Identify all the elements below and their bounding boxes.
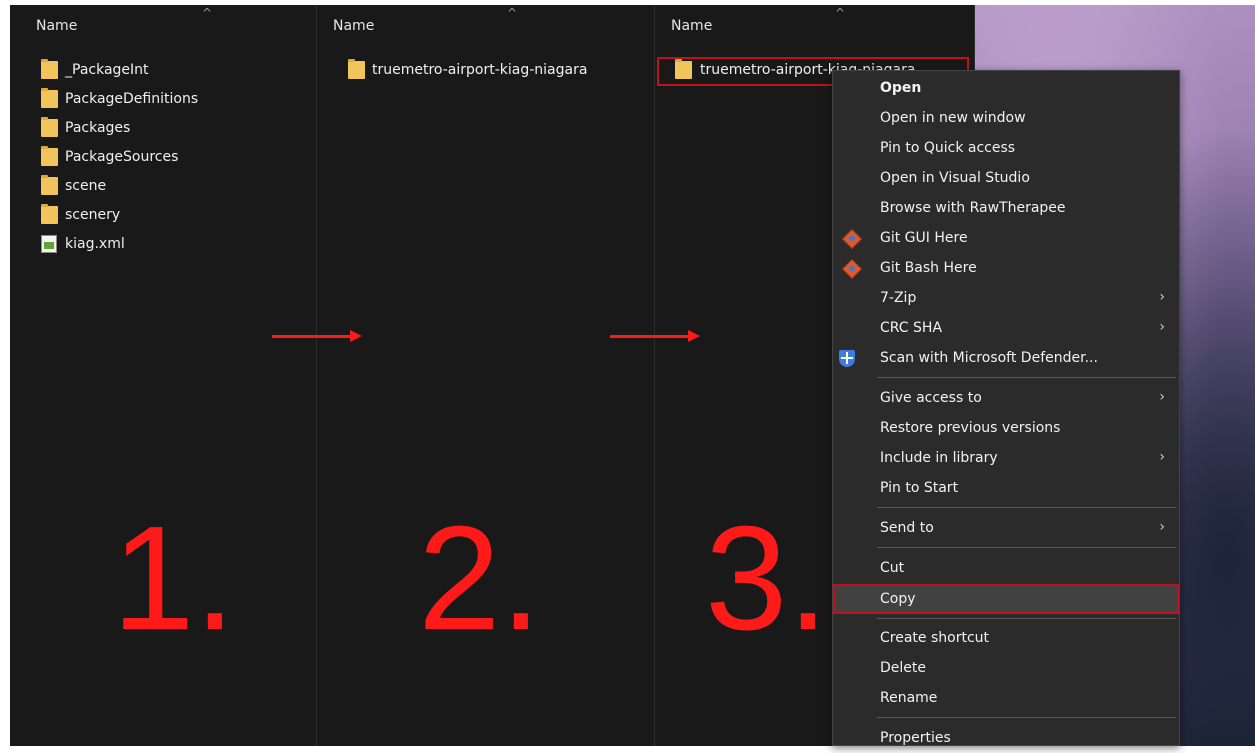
menu-item-label: Copy [880,591,916,607]
menu-item-7-zip[interactable]: 7-Zip › [833,283,1179,313]
menu-item-label: Browse with RawTherapee [880,200,1066,216]
menu-item-open-in-new-window[interactable]: Open in new window [833,103,1179,133]
arrow-right-icon [272,330,362,342]
menu-item-git-bash-here[interactable]: Git Bash Here [833,253,1179,283]
list-item[interactable]: PackageDefinitions [10,86,316,115]
menu-item-label: CRC SHA [880,320,943,336]
item-name: _PackageInt [65,62,149,78]
menu-item-send-to[interactable]: Send to › [833,513,1179,543]
git-icon [842,229,862,249]
menu-separator [877,547,1176,548]
menu-item-label: Send to [880,520,934,536]
folder-icon [675,59,692,79]
folder-icon [41,88,58,108]
file-list: _PackageInt PackageDefinitions Packages … [10,57,316,260]
menu-item-label: Open [880,80,922,96]
folder-icon [41,175,58,195]
name-column-header[interactable]: Name [671,18,712,34]
list-item[interactable]: _PackageInt [10,57,316,86]
column-header[interactable]: Name ^ [317,6,654,40]
list-item[interactable]: scenery [10,202,316,231]
menu-item-restore-previous-versions[interactable]: Restore previous versions [833,413,1179,443]
item-name: PackageDefinitions [65,91,199,107]
menu-separator [877,377,1176,378]
menu-item-cut[interactable]: Cut [833,553,1179,583]
chevron-right-icon: › [1159,449,1165,465]
menu-item-properties[interactable]: Properties [833,723,1179,753]
menu-item-label: Delete [880,660,926,676]
item-name: scenery [65,207,121,223]
list-item[interactable]: scene [10,173,316,202]
item-name: truemetro-airport-kiag-niagara [372,62,588,78]
menu-item-label: Create shortcut [880,630,990,646]
menu-item-label: Scan with Microsoft Defender... [880,350,1098,366]
name-column-header[interactable]: Name [333,18,374,34]
menu-item-create-shortcut[interactable]: Create shortcut [833,623,1179,653]
menu-item-copy[interactable]: Copy [833,584,1179,614]
menu-item-label: Open in Visual Studio [880,170,1030,186]
chevron-right-icon: › [1159,319,1165,335]
menu-item-label: Pin to Start [880,480,959,496]
step-number-1: 1. [112,496,236,661]
menu-item-label: Restore previous versions [880,420,1061,436]
step-number-2: 2. [418,496,542,661]
item-name: scene [65,178,107,194]
git-icon [842,259,862,279]
menu-item-label: Pin to Quick access [880,140,1016,156]
defender-shield-icon [839,350,855,367]
list-item[interactable]: PackageSources [10,144,316,173]
folder-icon [41,59,58,79]
menu-item-label: Open in new window [880,110,1026,126]
menu-item-label: Include in library [880,450,998,466]
menu-separator [877,618,1176,619]
folder-icon [41,146,58,166]
column-header[interactable]: Name ^ [655,6,974,40]
menu-item-scan-with-defender[interactable]: Scan with Microsoft Defender... [833,343,1179,373]
file-list: truemetro-airport-kiag-niagara [317,57,654,86]
step-number-3: 3. [705,496,829,661]
chevron-right-icon: › [1159,289,1165,305]
sort-ascending-icon: ^ [835,6,846,20]
menu-item-label: Git Bash Here [880,260,977,276]
item-name: PackageSources [65,149,179,165]
menu-item-git-gui-here[interactable]: Git GUI Here [833,223,1179,253]
menu-separator [877,507,1176,508]
folder-icon [348,59,365,79]
column-header[interactable]: Name ^ [10,6,316,40]
item-name: kiag.xml [65,236,125,252]
menu-item-crc-sha[interactable]: CRC SHA › [833,313,1179,343]
menu-item-pin-to-start[interactable]: Pin to Start [833,473,1179,503]
chevron-right-icon: › [1159,389,1165,405]
menu-item-rename[interactable]: Rename [833,683,1179,713]
folder-icon [41,117,58,137]
menu-item-label: Rename [880,690,938,706]
list-item[interactable]: kiag.xml [10,231,316,260]
menu-item-label: Give access to [880,390,982,406]
list-item[interactable]: Packages [10,115,316,144]
arrow-right-icon [610,330,700,342]
menu-item-label: Git GUI Here [880,230,968,246]
xml-file-icon [41,235,57,253]
menu-item-open-in-visual-studio[interactable]: Open in Visual Studio [833,163,1179,193]
menu-separator [877,717,1176,718]
menu-item-include-in-library[interactable]: Include in library › [833,443,1179,473]
name-column-header[interactable]: Name [36,18,77,34]
sort-ascending-icon: ^ [202,6,213,20]
menu-item-label: Properties [880,730,951,746]
item-name: Packages [65,120,131,136]
menu-item-delete[interactable]: Delete [833,653,1179,683]
list-item[interactable]: truemetro-airport-kiag-niagara [317,57,654,86]
menu-item-browse-with-rawtherapee[interactable]: Browse with RawTherapee [833,193,1179,223]
folder-icon [41,204,58,224]
menu-item-pin-to-quick-access[interactable]: Pin to Quick access [833,133,1179,163]
sort-ascending-icon: ^ [507,6,518,20]
chevron-right-icon: › [1159,519,1165,535]
menu-item-label: 7-Zip [880,290,917,306]
menu-item-open[interactable]: Open [833,73,1179,103]
menu-item-give-access-to[interactable]: Give access to › [833,383,1179,413]
menu-item-label: Cut [880,560,905,576]
context-menu: Open Open in new window Pin to Quick acc… [832,70,1180,746]
